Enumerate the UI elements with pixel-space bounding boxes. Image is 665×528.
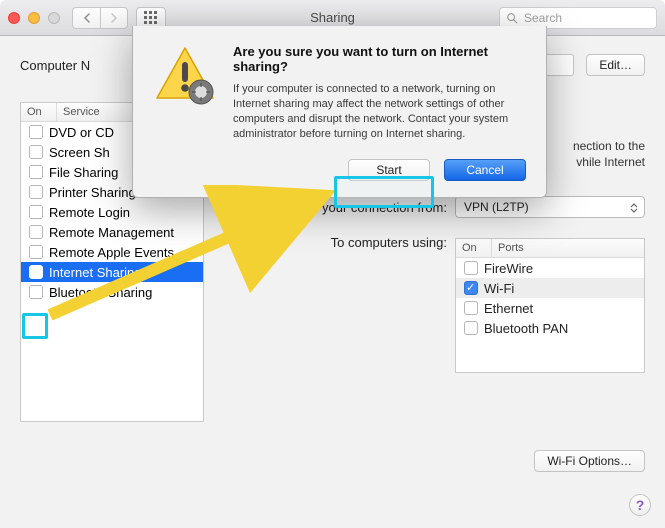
dialog-message: If your computer is connected to a netwo… [233,82,526,141]
dialog-title: Are you sure you want to turn on Interne… [233,44,526,74]
service-checkbox[interactable] [29,245,43,259]
minimize-window-button[interactable] [28,12,40,24]
cancel-button[interactable]: Cancel [444,159,526,181]
computer-name-label: Computer N [20,58,90,73]
port-label: Bluetooth PAN [484,321,568,336]
service-label: Internet Sharing [49,265,142,280]
port-firewire[interactable]: FireWire [456,258,644,278]
service-bluetooth-sharing[interactable]: Bluetooth Sharing [21,282,203,302]
service-remote-apple-events[interactable]: Remote Apple Events [21,242,203,262]
service-internet-sharing[interactable]: Internet Sharing [21,262,203,282]
service-checkbox[interactable] [29,165,43,179]
service-label: File Sharing [49,165,118,180]
wifi-options-button[interactable]: Wi-Fi Options… [534,450,645,472]
port-checkbox[interactable] [464,261,478,275]
service-checkbox[interactable] [29,145,43,159]
service-checkbox[interactable] [29,185,43,199]
port-label: Ethernet [484,301,533,316]
service-label: DVD or CD [49,125,114,140]
edit-button[interactable]: Edit… [586,54,645,76]
zoom-window-button[interactable] [48,12,60,24]
port-label: Wi-Fi [484,281,514,296]
window-controls [8,12,60,24]
share-from-value: VPN (L2TP) [464,200,529,214]
port-checkbox[interactable] [464,321,478,335]
chevron-up-down-icon [626,199,642,217]
service-label: Remote Login [49,205,130,220]
help-button[interactable]: ? [629,494,651,516]
service-checkbox[interactable] [29,285,43,299]
to-computers-label: To computers using: [222,232,447,250]
forward-button[interactable] [100,7,128,29]
service-label: Printer Sharing [49,185,136,200]
service-label: Remote Management [49,225,174,240]
ports-list: On Ports FireWire Wi-Fi Ethernet Bluetoo… [455,238,645,373]
ports-header-on: On [456,239,492,257]
service-checkbox[interactable] [29,265,43,279]
start-button[interactable]: Start [348,159,430,181]
share-from-dropdown[interactable]: VPN (L2TP) [455,196,645,218]
preferences-window: Sharing Search Computer N Edit… On Servi… [0,0,665,528]
service-label: Bluetooth Sharing [49,285,152,300]
service-label: Screen Sh [49,145,110,160]
search-placeholder: Search [524,11,562,25]
services-header-on: On [21,103,57,121]
service-checkbox[interactable] [29,125,43,139]
port-bluetooth-pan[interactable]: Bluetooth PAN [456,318,644,338]
port-ethernet[interactable]: Ethernet [456,298,644,318]
back-button[interactable] [72,7,100,29]
nav-buttons [72,7,128,29]
service-checkbox[interactable] [29,205,43,219]
share-from-label: Share your connection from: [222,200,447,215]
service-remote-login[interactable]: Remote Login [21,202,203,222]
port-checkbox[interactable] [464,301,478,315]
warning-icon [153,44,217,108]
service-label: Remote Apple Events [49,245,174,260]
port-checkbox[interactable] [464,281,478,295]
port-wifi[interactable]: Wi-Fi [456,278,644,298]
service-checkbox[interactable] [29,225,43,239]
service-remote-management[interactable]: Remote Management [21,222,203,242]
confirm-dialog: Are you sure you want to turn on Interne… [132,26,547,198]
close-window-button[interactable] [8,12,20,24]
port-label: FireWire [484,261,533,276]
ports-header-ports: Ports [492,239,644,257]
